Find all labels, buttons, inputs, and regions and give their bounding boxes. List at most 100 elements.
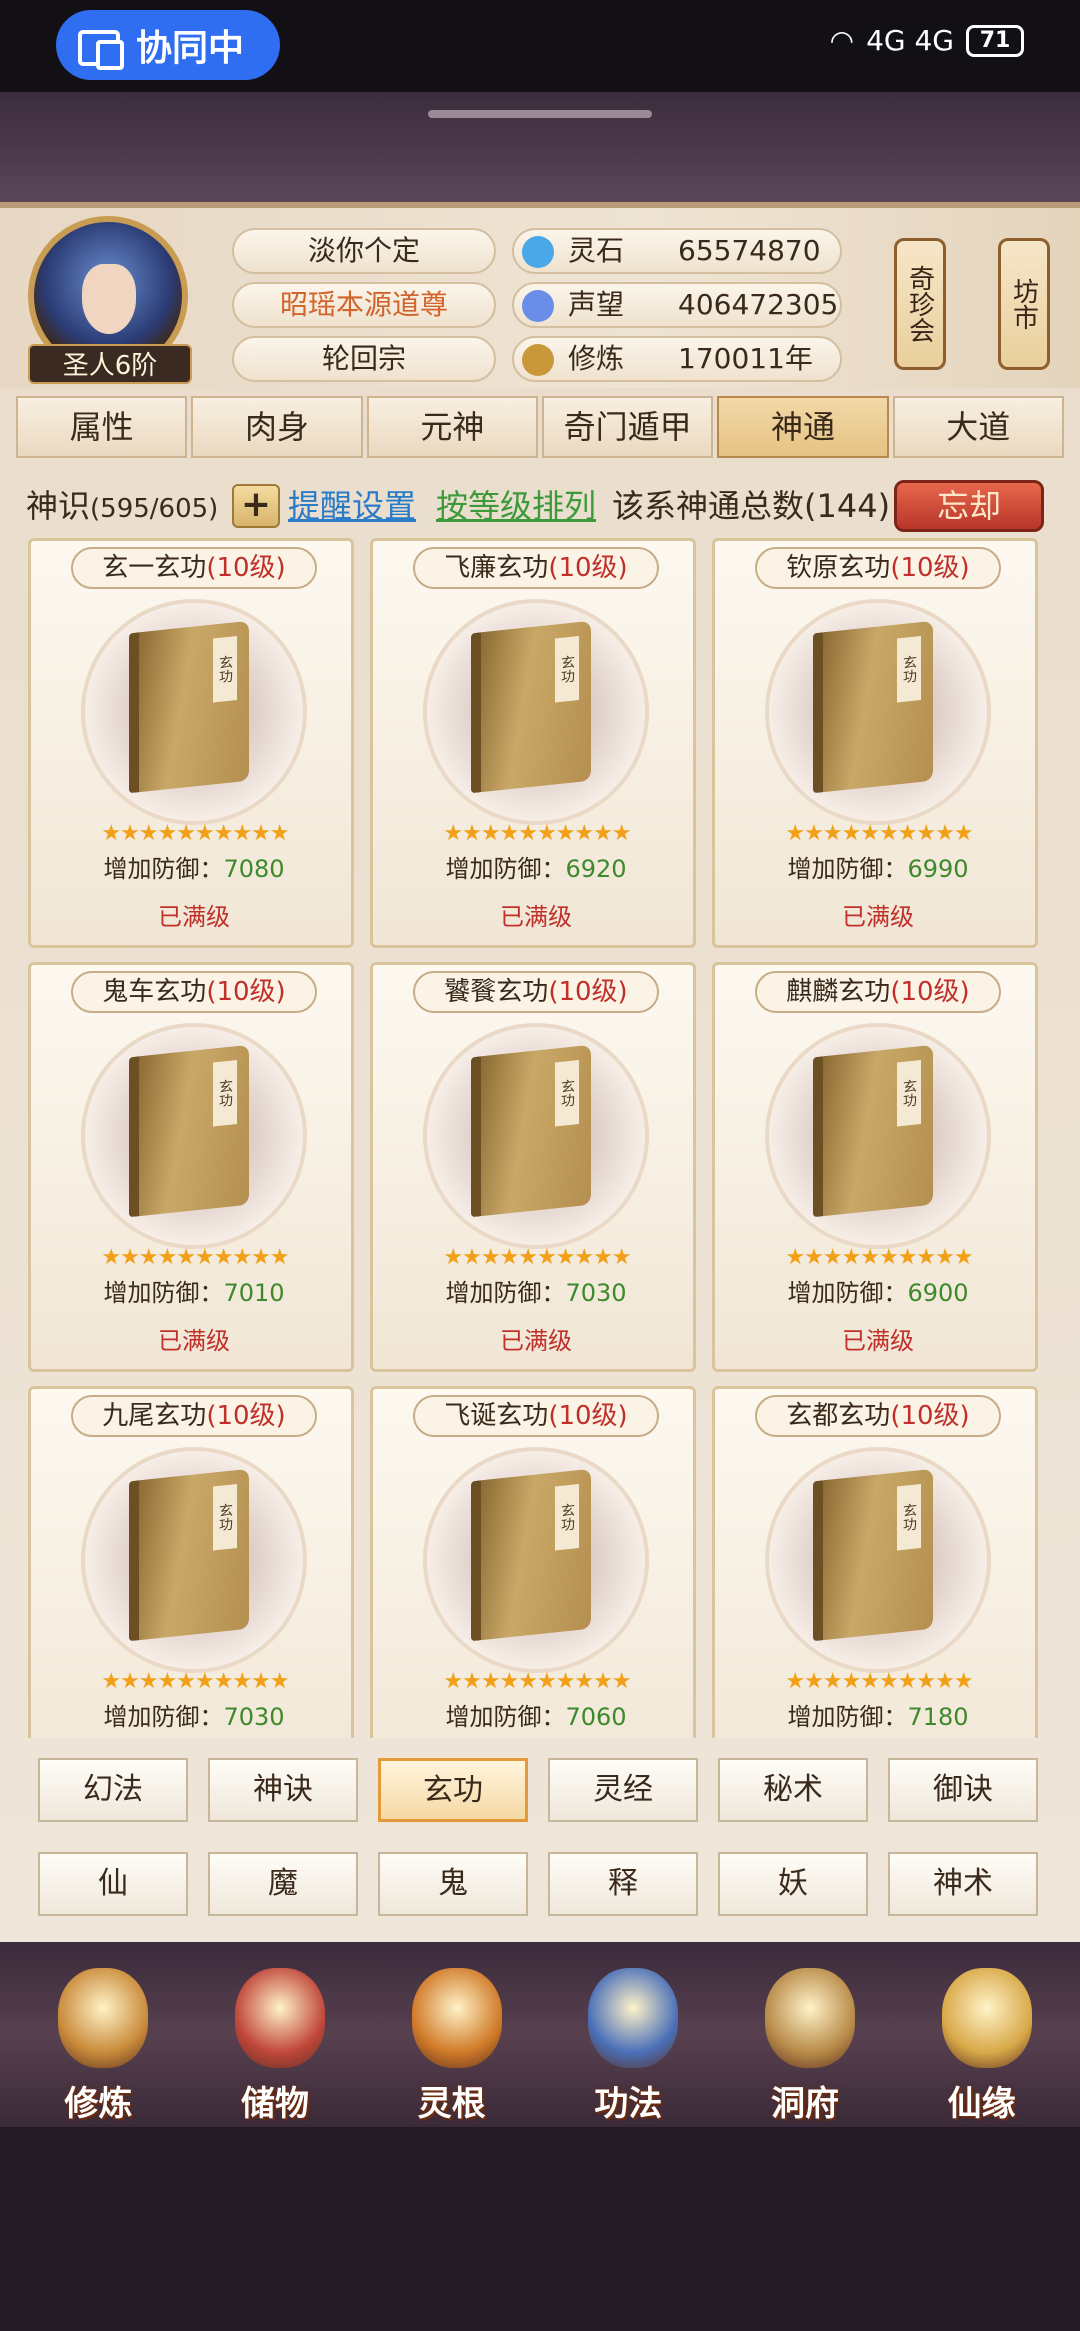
cultivate-icon bbox=[58, 1968, 149, 2068]
category-button[interactable]: 魔 bbox=[208, 1852, 358, 1916]
book-tag: 玄功 bbox=[555, 1059, 579, 1127]
forget-button[interactable]: 忘却 bbox=[894, 480, 1044, 532]
book-tag: 玄功 bbox=[213, 1059, 237, 1127]
effect-value: 6900 bbox=[907, 1279, 969, 1307]
status-bar: 协同中 ◠ 4G 4G 71 bbox=[0, 0, 1080, 92]
book-icon: 玄功 bbox=[129, 1044, 249, 1218]
skill-name: 九尾玄功(10级) bbox=[71, 1395, 317, 1437]
skill-effect: 增加防御：7180 bbox=[787, 1703, 969, 1731]
stat-spirit-stone: 灵石 65574870 bbox=[512, 228, 842, 274]
skill-card[interactable]: 飞廉玄功(10级) 玄功 ★★★★★★★★★★ 增加防御：6920 已满级 bbox=[370, 538, 696, 948]
tab-body[interactable]: 肉身 bbox=[191, 396, 363, 458]
book-icon: 玄功 bbox=[813, 620, 933, 794]
tab-dao[interactable]: 大道 bbox=[892, 396, 1064, 458]
skill-level: (10级) bbox=[548, 1401, 628, 1431]
skill-effect: 增加防御：7030 bbox=[103, 1703, 285, 1731]
book-icon: 玄功 bbox=[129, 620, 249, 794]
book-icon: 玄功 bbox=[813, 1044, 933, 1218]
book-icon: 玄功 bbox=[813, 1468, 933, 1642]
category-button[interactable]: 玄功 bbox=[378, 1758, 528, 1822]
max-level-status: 已满级 bbox=[842, 1327, 914, 1355]
effect-value: 6990 bbox=[907, 855, 969, 883]
skill-card[interactable]: 九尾玄功(10级) 玄功 ★★★★★★★★★★ 增加防御：7030 bbox=[28, 1386, 354, 1738]
skill-effect: 增加防御：7080 bbox=[103, 855, 285, 883]
system-icons: ◠ 4G 4G 71 bbox=[830, 24, 1024, 57]
category-button[interactable]: 灵经 bbox=[548, 1758, 698, 1822]
book-icon: 玄功 bbox=[471, 1468, 591, 1642]
nav-item[interactable]: 储物 bbox=[200, 1958, 350, 2128]
skill-level: (10级) bbox=[890, 1401, 970, 1431]
skill-card[interactable]: 飞诞玄功(10级) 玄功 ★★★★★★★★★★ 增加防御：7060 bbox=[370, 1386, 696, 1738]
category-button[interactable]: 御诀 bbox=[888, 1758, 1038, 1822]
category-button[interactable]: 幻法 bbox=[38, 1758, 188, 1822]
book-icon: 玄功 bbox=[471, 620, 591, 794]
stat-cultivation: 修炼 170011年 bbox=[512, 336, 842, 382]
skill-effect: 增加防御：7060 bbox=[445, 1703, 627, 1731]
market-button[interactable]: 坊市 bbox=[998, 238, 1050, 370]
book-tag: 玄功 bbox=[555, 635, 579, 703]
nav-label: 储物 bbox=[240, 2084, 309, 2124]
player-name: 淡你个定 bbox=[232, 228, 496, 274]
divine-sense-count: (595/605) bbox=[90, 494, 219, 524]
effect-value: 7010 bbox=[223, 1279, 285, 1307]
category-button[interactable]: 鬼 bbox=[378, 1852, 528, 1916]
nav-item[interactable]: 修炼 bbox=[23, 1958, 173, 2128]
skill-effect: 增加防御：7010 bbox=[103, 1279, 285, 1307]
spirit-stone-icon bbox=[522, 236, 554, 268]
category-button[interactable]: 神术 bbox=[888, 1852, 1038, 1916]
skill-card[interactable]: 钦原玄功(10级) 玄功 ★★★★★★★★★★ 增加防御：6990 已满级 bbox=[712, 538, 1038, 948]
skill-card[interactable]: 玄一玄功(10级) 玄功 ★★★★★★★★★★ 增加防御：7080 已满级 bbox=[28, 538, 354, 948]
book-icon: 玄功 bbox=[471, 1044, 591, 1218]
sort-by-level-link[interactable]: 按等级排列 bbox=[436, 478, 596, 534]
reminder-settings-link[interactable]: 提醒设置 bbox=[288, 478, 416, 534]
character-panel: 圣人6阶 淡你个定 昭瑶本源道尊 轮回宗 灵石 65574870 声望 4064… bbox=[0, 202, 1080, 1942]
nav-item[interactable]: 仙缘 bbox=[907, 1958, 1057, 2128]
max-level-status: 已满级 bbox=[158, 903, 230, 931]
star-rating: ★★★★★★★★★★ bbox=[785, 821, 973, 846]
bottom-nav: 修炼 储物 灵根 功法 洞府 仙缘 bbox=[10, 1958, 1070, 2128]
star-rating: ★★★★★★★★★★ bbox=[785, 1669, 973, 1694]
category-button[interactable]: 妖 bbox=[718, 1852, 868, 1916]
star-rating: ★★★★★★★★★★ bbox=[443, 1669, 631, 1694]
skill-level: (10级) bbox=[890, 977, 970, 1007]
add-divine-sense-button[interactable]: + bbox=[232, 484, 280, 528]
max-level-status: 已满级 bbox=[158, 1327, 230, 1355]
skill-effect: 增加防御：6900 bbox=[787, 1279, 969, 1307]
category-button[interactable]: 释 bbox=[548, 1852, 698, 1916]
category-button[interactable]: 神诀 bbox=[208, 1758, 358, 1822]
star-rating: ★★★★★★★★★★ bbox=[443, 1245, 631, 1270]
skill-card[interactable]: 玄都玄功(10级) 玄功 ★★★★★★★★★★ 增加防御：7180 bbox=[712, 1386, 1038, 1738]
skill-name: 鬼车玄功(10级) bbox=[71, 971, 317, 1013]
nav-item[interactable]: 灵根 bbox=[377, 1958, 527, 2128]
skill-card[interactable]: 鬼车玄功(10级) 玄功 ★★★★★★★★★★ 增加防御：7010 已满级 bbox=[28, 962, 354, 1372]
nav-label: 功法 bbox=[594, 2084, 663, 2124]
book-icon: 玄功 bbox=[129, 1468, 249, 1642]
effect-value: 6920 bbox=[565, 855, 627, 883]
tab-attributes[interactable]: 属性 bbox=[16, 396, 188, 458]
skill-effect: 增加防御：6920 bbox=[445, 855, 627, 883]
divine-sense-label: 神识 bbox=[26, 487, 91, 525]
star-rating: ★★★★★★★★★★ bbox=[101, 1245, 289, 1270]
skill-grid: 玄一玄功(10级) 玄功 ★★★★★★★★★★ 增加防御：7080 已满级 飞廉玄功(10… bbox=[28, 538, 1052, 1738]
skill-name: 飞廉玄功(10级) bbox=[413, 547, 659, 589]
tab-divine-arts[interactable]: 神通 bbox=[717, 396, 889, 458]
skill-card[interactable]: 麒麟玄功(10级) 玄功 ★★★★★★★★★★ 增加防御：6900 已满级 bbox=[712, 962, 1038, 1372]
drag-handle[interactable] bbox=[428, 110, 652, 118]
skill-level: (10级) bbox=[548, 977, 628, 1007]
skill-level: (10级) bbox=[548, 553, 628, 583]
skill-name: 玄一玄功(10级) bbox=[71, 547, 317, 589]
nav-item[interactable]: 功法 bbox=[553, 1958, 703, 2128]
multi-screen-icon bbox=[78, 28, 124, 70]
category-button[interactable]: 仙 bbox=[38, 1852, 188, 1916]
tab-spirit[interactable]: 元神 bbox=[366, 396, 538, 458]
skill-level: (10级) bbox=[206, 1401, 286, 1431]
category-button[interactable]: 秘术 bbox=[718, 1758, 868, 1822]
tab-qimen[interactable]: 奇门遁甲 bbox=[541, 396, 714, 458]
treasure-fair-button[interactable]: 奇珍会 bbox=[894, 238, 946, 370]
coop-indicator[interactable]: 协同中 bbox=[56, 10, 280, 80]
player-header: 圣人6阶 淡你个定 昭瑶本源道尊 轮回宗 灵石 65574870 声望 4064… bbox=[0, 208, 1080, 388]
effect-value: 7030 bbox=[223, 1703, 285, 1731]
skill-name: 飞诞玄功(10级) bbox=[413, 1395, 659, 1437]
nav-item[interactable]: 洞府 bbox=[730, 1958, 880, 2128]
skill-card[interactable]: 饕餮玄功(10级) 玄功 ★★★★★★★★★★ 增加防御：7030 已满级 bbox=[370, 962, 696, 1372]
